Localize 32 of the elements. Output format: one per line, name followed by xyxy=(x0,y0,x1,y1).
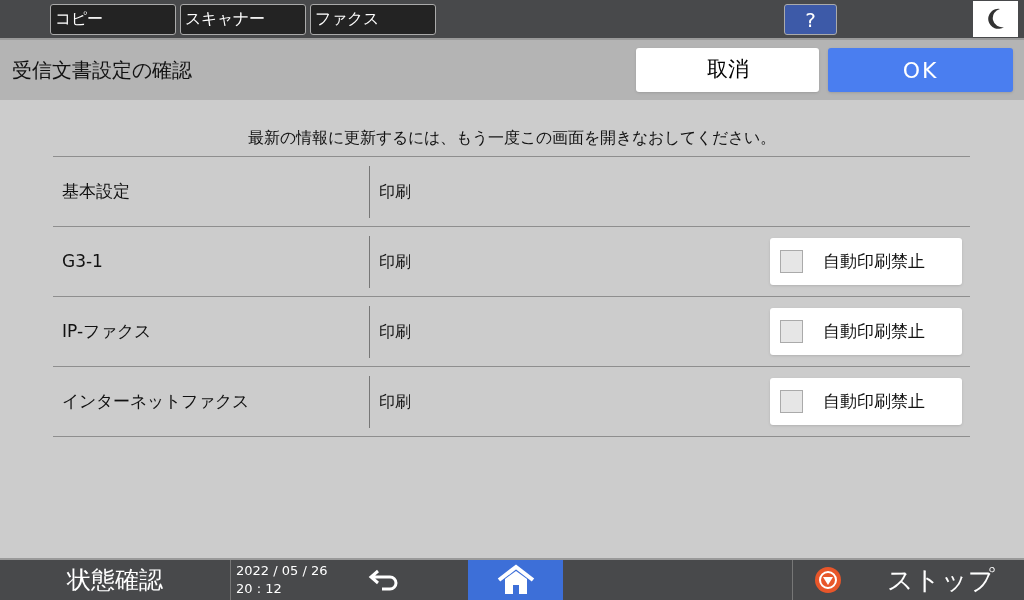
mode-tab[interactable]: スキャナー xyxy=(180,3,306,35)
auto-print-toggle[interactable]: 自動印刷禁止 xyxy=(770,378,962,425)
stop-icon xyxy=(815,567,841,593)
stop-button[interactable]: ストップ xyxy=(792,560,1024,600)
setting-value: 印刷 xyxy=(378,390,412,413)
mode-tab[interactable]: ファクス xyxy=(310,3,436,35)
setting-value: 印刷 xyxy=(378,250,412,273)
sleep-button[interactable] xyxy=(973,1,1018,37)
auto-print-toggle[interactable]: 自動印刷禁止 xyxy=(770,238,962,285)
auto-print-toggle[interactable]: 自動印刷禁止 xyxy=(770,308,962,355)
home-button[interactable] xyxy=(468,560,563,600)
back-arrow-icon xyxy=(368,568,400,592)
time-text: 20 : 12 xyxy=(236,580,283,598)
mode-tab[interactable]: コピー xyxy=(50,3,176,35)
setting-name: 基本設定 xyxy=(61,179,131,203)
checkbox xyxy=(780,320,803,343)
date-text: 2022 / 05 / 26 xyxy=(236,562,329,580)
checkbox xyxy=(780,390,803,413)
home-icon xyxy=(496,564,535,596)
help-button[interactable]: ? xyxy=(784,3,837,35)
ok-button[interactable]: OK xyxy=(828,48,1013,92)
setting-name: IP-ファクス xyxy=(61,319,153,343)
moon-icon xyxy=(986,8,1005,30)
cancel-button[interactable]: 取消 xyxy=(636,48,819,92)
setting-value: 印刷 xyxy=(378,320,412,343)
setting-value: 印刷 xyxy=(378,180,412,203)
screen-title: 受信文書設定の確認 xyxy=(12,57,193,84)
setting-name: インターネットファクス xyxy=(61,389,250,413)
setting-name: G3-1 xyxy=(61,249,104,273)
status-button[interactable]: 状態確認 xyxy=(67,562,163,598)
checkbox xyxy=(780,250,803,273)
info-message: 最新の情報に更新するには、もう一度この画面を開きなおしてください。 xyxy=(247,127,776,149)
